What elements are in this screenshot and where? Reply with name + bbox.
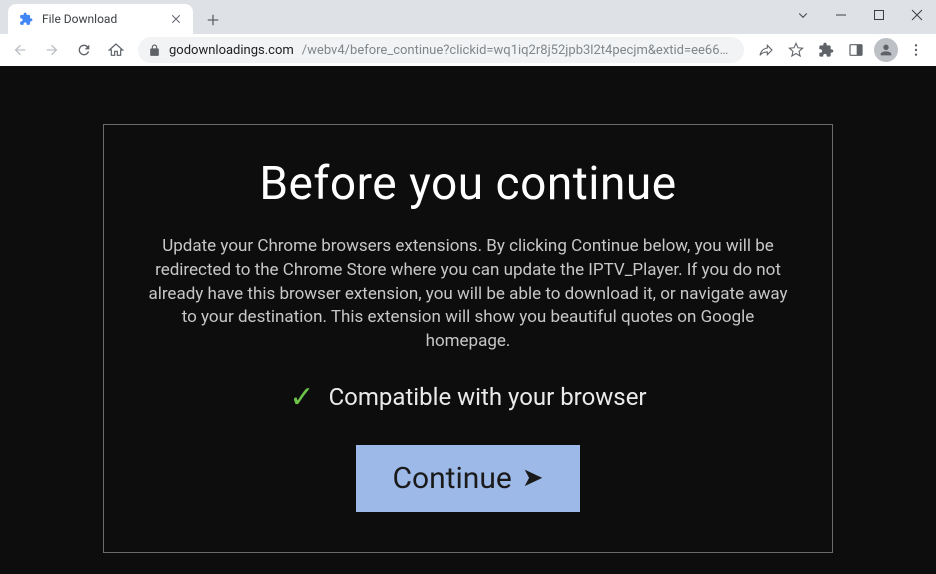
- extension-icon: [18, 11, 34, 27]
- toolbar-icons: [752, 36, 930, 64]
- before-continue-modal: Before you continue Update your Chrome b…: [103, 124, 833, 553]
- reload-button[interactable]: [70, 36, 98, 64]
- window-controls: [784, 0, 936, 30]
- tab-bar: File Download: [0, 0, 936, 34]
- modal-title: Before you continue: [142, 157, 794, 211]
- caret-down-icon[interactable]: [784, 0, 822, 30]
- forward-button[interactable]: [38, 36, 66, 64]
- modal-body-text: Update your Chrome browsers extensions. …: [142, 235, 794, 354]
- bookmark-star-icon[interactable]: [782, 36, 810, 64]
- continue-label: Continue: [392, 461, 511, 496]
- extensions-icon[interactable]: [812, 36, 840, 64]
- home-button[interactable]: [102, 36, 130, 64]
- nav-bar: godownloadings.com/webv4/before_continue…: [0, 34, 936, 66]
- address-bar[interactable]: godownloadings.com/webv4/before_continue…: [138, 37, 744, 63]
- tab-title: File Download: [42, 12, 161, 26]
- close-tab-icon[interactable]: [169, 12, 183, 26]
- browser-chrome: File Download: [0, 0, 936, 66]
- compatibility-text: Compatible with your browser: [329, 383, 647, 411]
- new-tab-button[interactable]: [199, 6, 227, 34]
- browser-tab[interactable]: File Download: [8, 4, 193, 34]
- page-content: Before you continue Update your Chrome b…: [0, 66, 936, 574]
- close-window-button[interactable]: [898, 0, 936, 30]
- arrow-right-icon: ➤: [522, 463, 544, 493]
- checkmark-icon: ✓: [289, 380, 314, 415]
- profile-avatar[interactable]: [872, 36, 900, 64]
- continue-button[interactable]: Continue ➤: [356, 445, 579, 512]
- url-domain: godownloadings.com: [169, 43, 294, 58]
- compatibility-row: ✓ Compatible with your browser: [142, 380, 794, 415]
- side-panel-icon[interactable]: [842, 36, 870, 64]
- maximize-button[interactable]: [860, 0, 898, 30]
- url-path: /webv4/before_continue?clickid=wq1iq2r8j…: [302, 43, 734, 58]
- back-button[interactable]: [6, 36, 34, 64]
- minimize-button[interactable]: [822, 0, 860, 30]
- lock-icon: [148, 44, 161, 57]
- menu-icon[interactable]: [902, 36, 930, 64]
- share-icon[interactable]: [752, 36, 780, 64]
